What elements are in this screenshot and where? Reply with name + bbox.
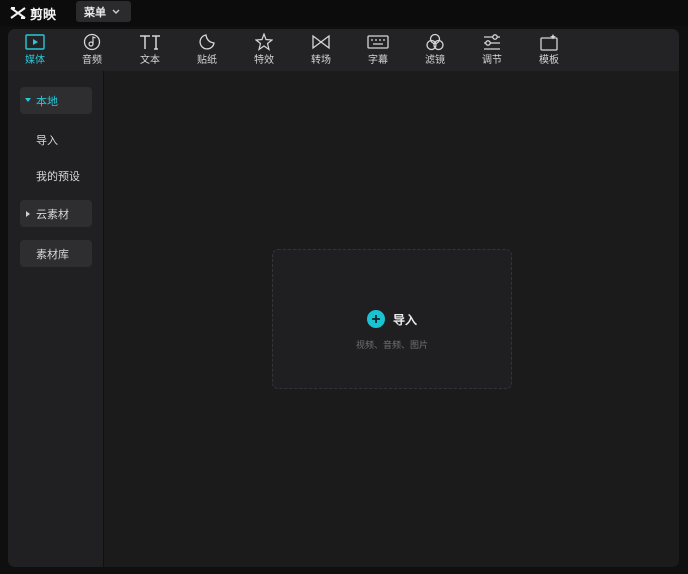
- text-icon: [140, 35, 160, 50]
- app-name: 剪映: [30, 7, 57, 23]
- sidebar-item-library[interactable]: 素材库: [20, 240, 92, 267]
- tab-transition[interactable]: 转场: [301, 32, 341, 70]
- category-toolbar: 媒体 音频 文本 贴纸 特效 转场 字幕 滤镜 调节 模板: [8, 29, 679, 71]
- sticker-icon: [199, 34, 215, 50]
- tab-media[interactable]: 媒体: [15, 32, 55, 70]
- adjust-icon: [484, 34, 500, 50]
- sidebar-item-my-presets[interactable]: 我的预设: [20, 162, 92, 189]
- tab-subtitle[interactable]: 字幕: [358, 32, 398, 70]
- tab-filter-label: 滤镜: [425, 55, 445, 66]
- audio-icon: [83, 33, 101, 51]
- sidebar-item-local[interactable]: 本地: [20, 87, 92, 114]
- tab-filter[interactable]: 滤镜: [415, 32, 455, 70]
- media-content: 导入 视频、音频、图片: [105, 71, 679, 567]
- sidebar-item-label: 云素材: [36, 207, 69, 221]
- keyboard-icon: [367, 35, 389, 49]
- tab-effects[interactable]: 特效: [244, 32, 284, 70]
- tab-audio-label: 音频: [82, 55, 102, 66]
- tab-adjust-label: 调节: [482, 55, 502, 66]
- caret-down-icon: [25, 98, 31, 102]
- tab-media-label: 媒体: [25, 55, 45, 66]
- import-button[interactable]: 导入: [273, 310, 511, 328]
- media-sidebar: 本地 导入 我的预设 云素材 素材库: [8, 71, 104, 567]
- caret-right-icon: [25, 210, 30, 217]
- sidebar-item-label: 本地: [36, 94, 58, 108]
- tab-text[interactable]: 文本: [130, 32, 170, 70]
- capcut-logo-icon: [10, 7, 26, 19]
- media-panel: 媒体 音频 文本 贴纸 特效 转场 字幕 滤镜 调节 模板 本地 导入 我的预设…: [8, 29, 679, 567]
- import-label: 导入: [392, 312, 417, 327]
- tab-template-label: 模板: [539, 55, 559, 66]
- app-logo: 剪映: [10, 4, 57, 23]
- import-dropzone[interactable]: 导入 视频、音频、图片: [272, 249, 512, 389]
- transition-icon: [312, 34, 330, 50]
- template-icon: [540, 34, 558, 51]
- sidebar-item-cloud[interactable]: 云素材: [20, 200, 92, 227]
- sidebar-item-label: 我的预设: [36, 169, 80, 183]
- tab-audio[interactable]: 音频: [72, 32, 112, 70]
- tab-adjust[interactable]: 调节: [472, 32, 512, 70]
- plus-icon: [366, 310, 385, 328]
- menu-button[interactable]: 菜单: [76, 1, 131, 22]
- tab-subtitle-label: 字幕: [368, 55, 388, 66]
- tab-effects-label: 特效: [254, 55, 274, 66]
- sidebar-item-label: 素材库: [36, 247, 69, 261]
- title-bar: 剪映 菜单: [0, 0, 688, 26]
- filter-icon: [426, 33, 444, 51]
- tab-transition-label: 转场: [311, 55, 331, 66]
- sidebar-item-label: 导入: [36, 133, 58, 147]
- tab-text-label: 文本: [140, 55, 160, 66]
- media-icon: [25, 34, 45, 50]
- tab-template[interactable]: 模板: [529, 32, 569, 70]
- sidebar-item-import[interactable]: 导入: [20, 126, 92, 153]
- chevron-down-icon: [112, 9, 120, 14]
- tab-sticker-label: 贴纸: [197, 55, 217, 66]
- effects-icon: [255, 33, 273, 51]
- tab-sticker[interactable]: 贴纸: [187, 32, 227, 70]
- menu-label: 菜单: [84, 5, 106, 19]
- import-hint: 视频、音频、图片: [355, 341, 428, 351]
